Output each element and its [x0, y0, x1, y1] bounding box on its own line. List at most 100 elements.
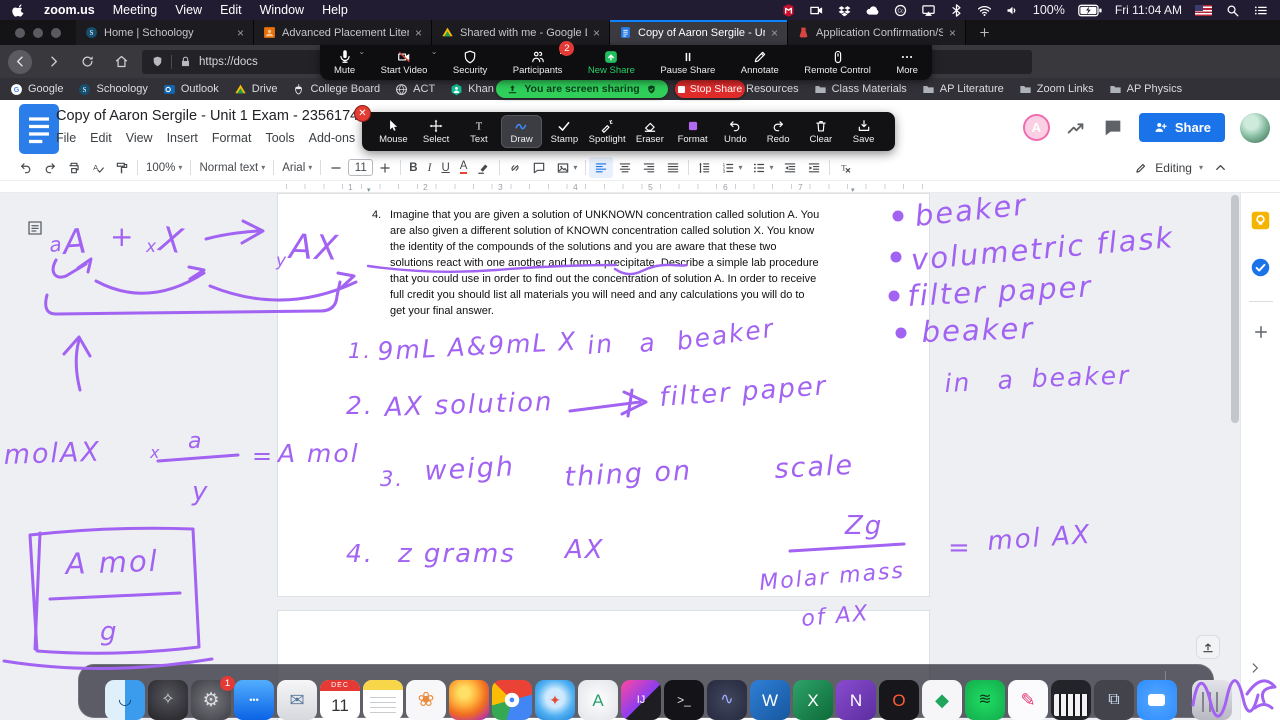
account-icon[interactable]	[1197, 54, 1212, 69]
home-button[interactable]	[108, 49, 134, 75]
tab-google-drive[interactable]: Shared with me - Google Drive ×	[432, 20, 610, 45]
add-ons[interactable]: Add-ons	[302, 129, 363, 147]
align-center-button[interactable]	[613, 157, 637, 178]
insert-image-button[interactable]: ▾	[551, 157, 582, 178]
bookmark-college-board[interactable]: College Board	[292, 83, 380, 96]
clear-tool[interactable]: Clear	[801, 115, 842, 148]
google-keep-icon[interactable]	[1250, 210, 1271, 231]
trend-icon[interactable]	[1065, 117, 1087, 139]
font-size-increase[interactable]	[373, 157, 397, 178]
app-menu-icon[interactable]	[1253, 54, 1268, 69]
sidebar-toggle-icon[interactable]	[1169, 54, 1184, 69]
start-video-button[interactable]: ⌄ Start Video	[373, 45, 438, 80]
photos-icon[interactable]: ❀	[406, 680, 446, 720]
creative-cloud-icon[interactable]: Cc	[893, 3, 908, 18]
mode-select[interactable]: Editing ▾	[1134, 161, 1203, 175]
decrease-indent-button[interactable]	[778, 157, 802, 178]
docs-redo-button[interactable]	[38, 157, 62, 178]
document-outline-icon[interactable]	[26, 219, 44, 237]
tab-schoology[interactable]: S Home | Schoology ×	[76, 20, 254, 45]
increase-indent-button[interactable]	[802, 157, 826, 178]
page-actions-icon[interactable]	[960, 55, 973, 68]
bookmark-drive[interactable]: Drive	[234, 83, 277, 96]
bold-button[interactable]: B	[404, 157, 422, 178]
save-tool[interactable]: Save	[843, 115, 884, 148]
mouse-tool[interactable]: Mouse	[373, 115, 414, 148]
document-page-1[interactable]: 4. Imagine that you are given a solution…	[277, 193, 930, 597]
insert-comment-button[interactable]	[527, 157, 551, 178]
close-annotation-icon[interactable]: ✕	[354, 105, 371, 122]
draw-tool[interactable]: Draw	[501, 115, 542, 148]
styles-select[interactable]: Normal text ▾	[194, 157, 270, 178]
bookmark-google[interactable]: G Google	[10, 83, 63, 96]
justify-button[interactable]	[661, 157, 685, 178]
bookmark-folder-zoom-links[interactable]: Zoom Links	[1019, 83, 1094, 96]
account-avatar[interactable]	[1240, 112, 1270, 143]
new-tab-button[interactable]	[966, 20, 1003, 45]
select-tool[interactable]: Select	[416, 115, 457, 148]
bookmark-resources[interactable]: Resources	[746, 83, 799, 95]
insert-link-button[interactable]	[503, 157, 527, 178]
numbered-list-button[interactable]: 1 2 3 ▾	[716, 157, 747, 178]
tools[interactable]: Tools	[258, 129, 301, 147]
app-menu-title[interactable]: zoom.us	[44, 3, 95, 17]
close-window-dot[interactable]	[15, 27, 25, 38]
screen-share-icon[interactable]: ⧉	[1094, 680, 1134, 720]
back-button[interactable]	[8, 49, 32, 74]
tab-docs-active[interactable]: Copy of Aaron Sergile - Unit 1 E ×	[610, 20, 788, 45]
share-button[interactable]: Share	[1138, 113, 1225, 142]
calendar-icon[interactable]: DEC 11	[320, 680, 360, 720]
redo-tool[interactable]: Redo	[758, 115, 799, 148]
stop-share-button[interactable]: Stop Share	[675, 80, 745, 98]
word-icon[interactable]: W	[750, 680, 790, 720]
bookmark-outlook[interactable]: Outlook	[163, 83, 219, 96]
view[interactable]: View	[119, 129, 160, 147]
volume-icon[interactable]	[1005, 3, 1020, 18]
line-spacing-button[interactable]	[692, 157, 716, 178]
bookmark-star-icon[interactable]	[1010, 55, 1023, 68]
system-preferences-icon[interactable]: ⚙ 1	[191, 676, 235, 720]
notification-center-icon[interactable]	[1253, 3, 1268, 18]
launchpad-icon[interactable]: ✧	[148, 680, 188, 720]
scroll-chevron-icon[interactable]	[1248, 661, 1262, 675]
tab-ap-literature[interactable]: Advanced Placement Literature ×	[254, 20, 432, 45]
gem-app-icon[interactable]: ◆	[922, 680, 962, 720]
safari-icon[interactable]: ✦	[535, 680, 575, 720]
opera-icon[interactable]: O	[879, 680, 919, 720]
clear-formatting-button[interactable]: T	[833, 157, 857, 178]
explore-button[interactable]	[1196, 635, 1220, 659]
window[interactable]: Window	[260, 3, 304, 17]
library-icon[interactable]	[1141, 54, 1156, 69]
text-tool[interactable]: T Text	[459, 115, 500, 148]
bluetooth-icon[interactable]	[949, 3, 964, 18]
bookmark-folder-ap-literature[interactable]: AP Literature	[922, 83, 1004, 96]
underline-button[interactable]: U	[436, 157, 454, 178]
left-indent-marker[interactable]: ▾	[367, 186, 371, 194]
extension-icon[interactable]	[1225, 54, 1240, 69]
bookmark-schoology[interactable]: S Schoology	[78, 83, 148, 96]
dropbox-icon[interactable]	[837, 3, 852, 18]
excel-icon[interactable]: X	[793, 680, 833, 720]
spotlight-search-icon[interactable]	[1225, 3, 1240, 18]
presence-avatar[interactable]: A	[1022, 114, 1050, 141]
notes-icon[interactable]	[363, 680, 403, 720]
airplay-icon[interactable]	[921, 3, 936, 18]
annotate-button[interactable]: Annotate	[733, 45, 787, 80]
security-button[interactable]: Security	[445, 45, 495, 80]
zoom-window-dot[interactable]	[51, 27, 61, 38]
eraser-tool[interactable]: Eraser	[630, 115, 671, 148]
bookmarks-menu-icon[interactable]	[1113, 54, 1128, 69]
bookmark-act[interactable]: ACT	[395, 83, 435, 96]
format-tool[interactable]: Format	[672, 115, 713, 148]
reload-button[interactable]	[74, 49, 100, 75]
paint-format-button[interactable]	[110, 157, 134, 178]
firefox-icon[interactable]	[449, 680, 489, 720]
stamp-tool[interactable]: Stamp	[544, 115, 585, 148]
docs-undo-button[interactable]	[14, 157, 38, 178]
discord-icon[interactable]: ∿	[707, 680, 747, 720]
cloud-icon[interactable]	[865, 3, 880, 18]
onenote-icon[interactable]: N	[836, 680, 876, 720]
get-addons-plus-icon[interactable]	[1252, 323, 1270, 341]
font-select[interactable]: Arial ▾	[277, 157, 317, 178]
spotify-icon[interactable]: ≋	[965, 680, 1005, 720]
